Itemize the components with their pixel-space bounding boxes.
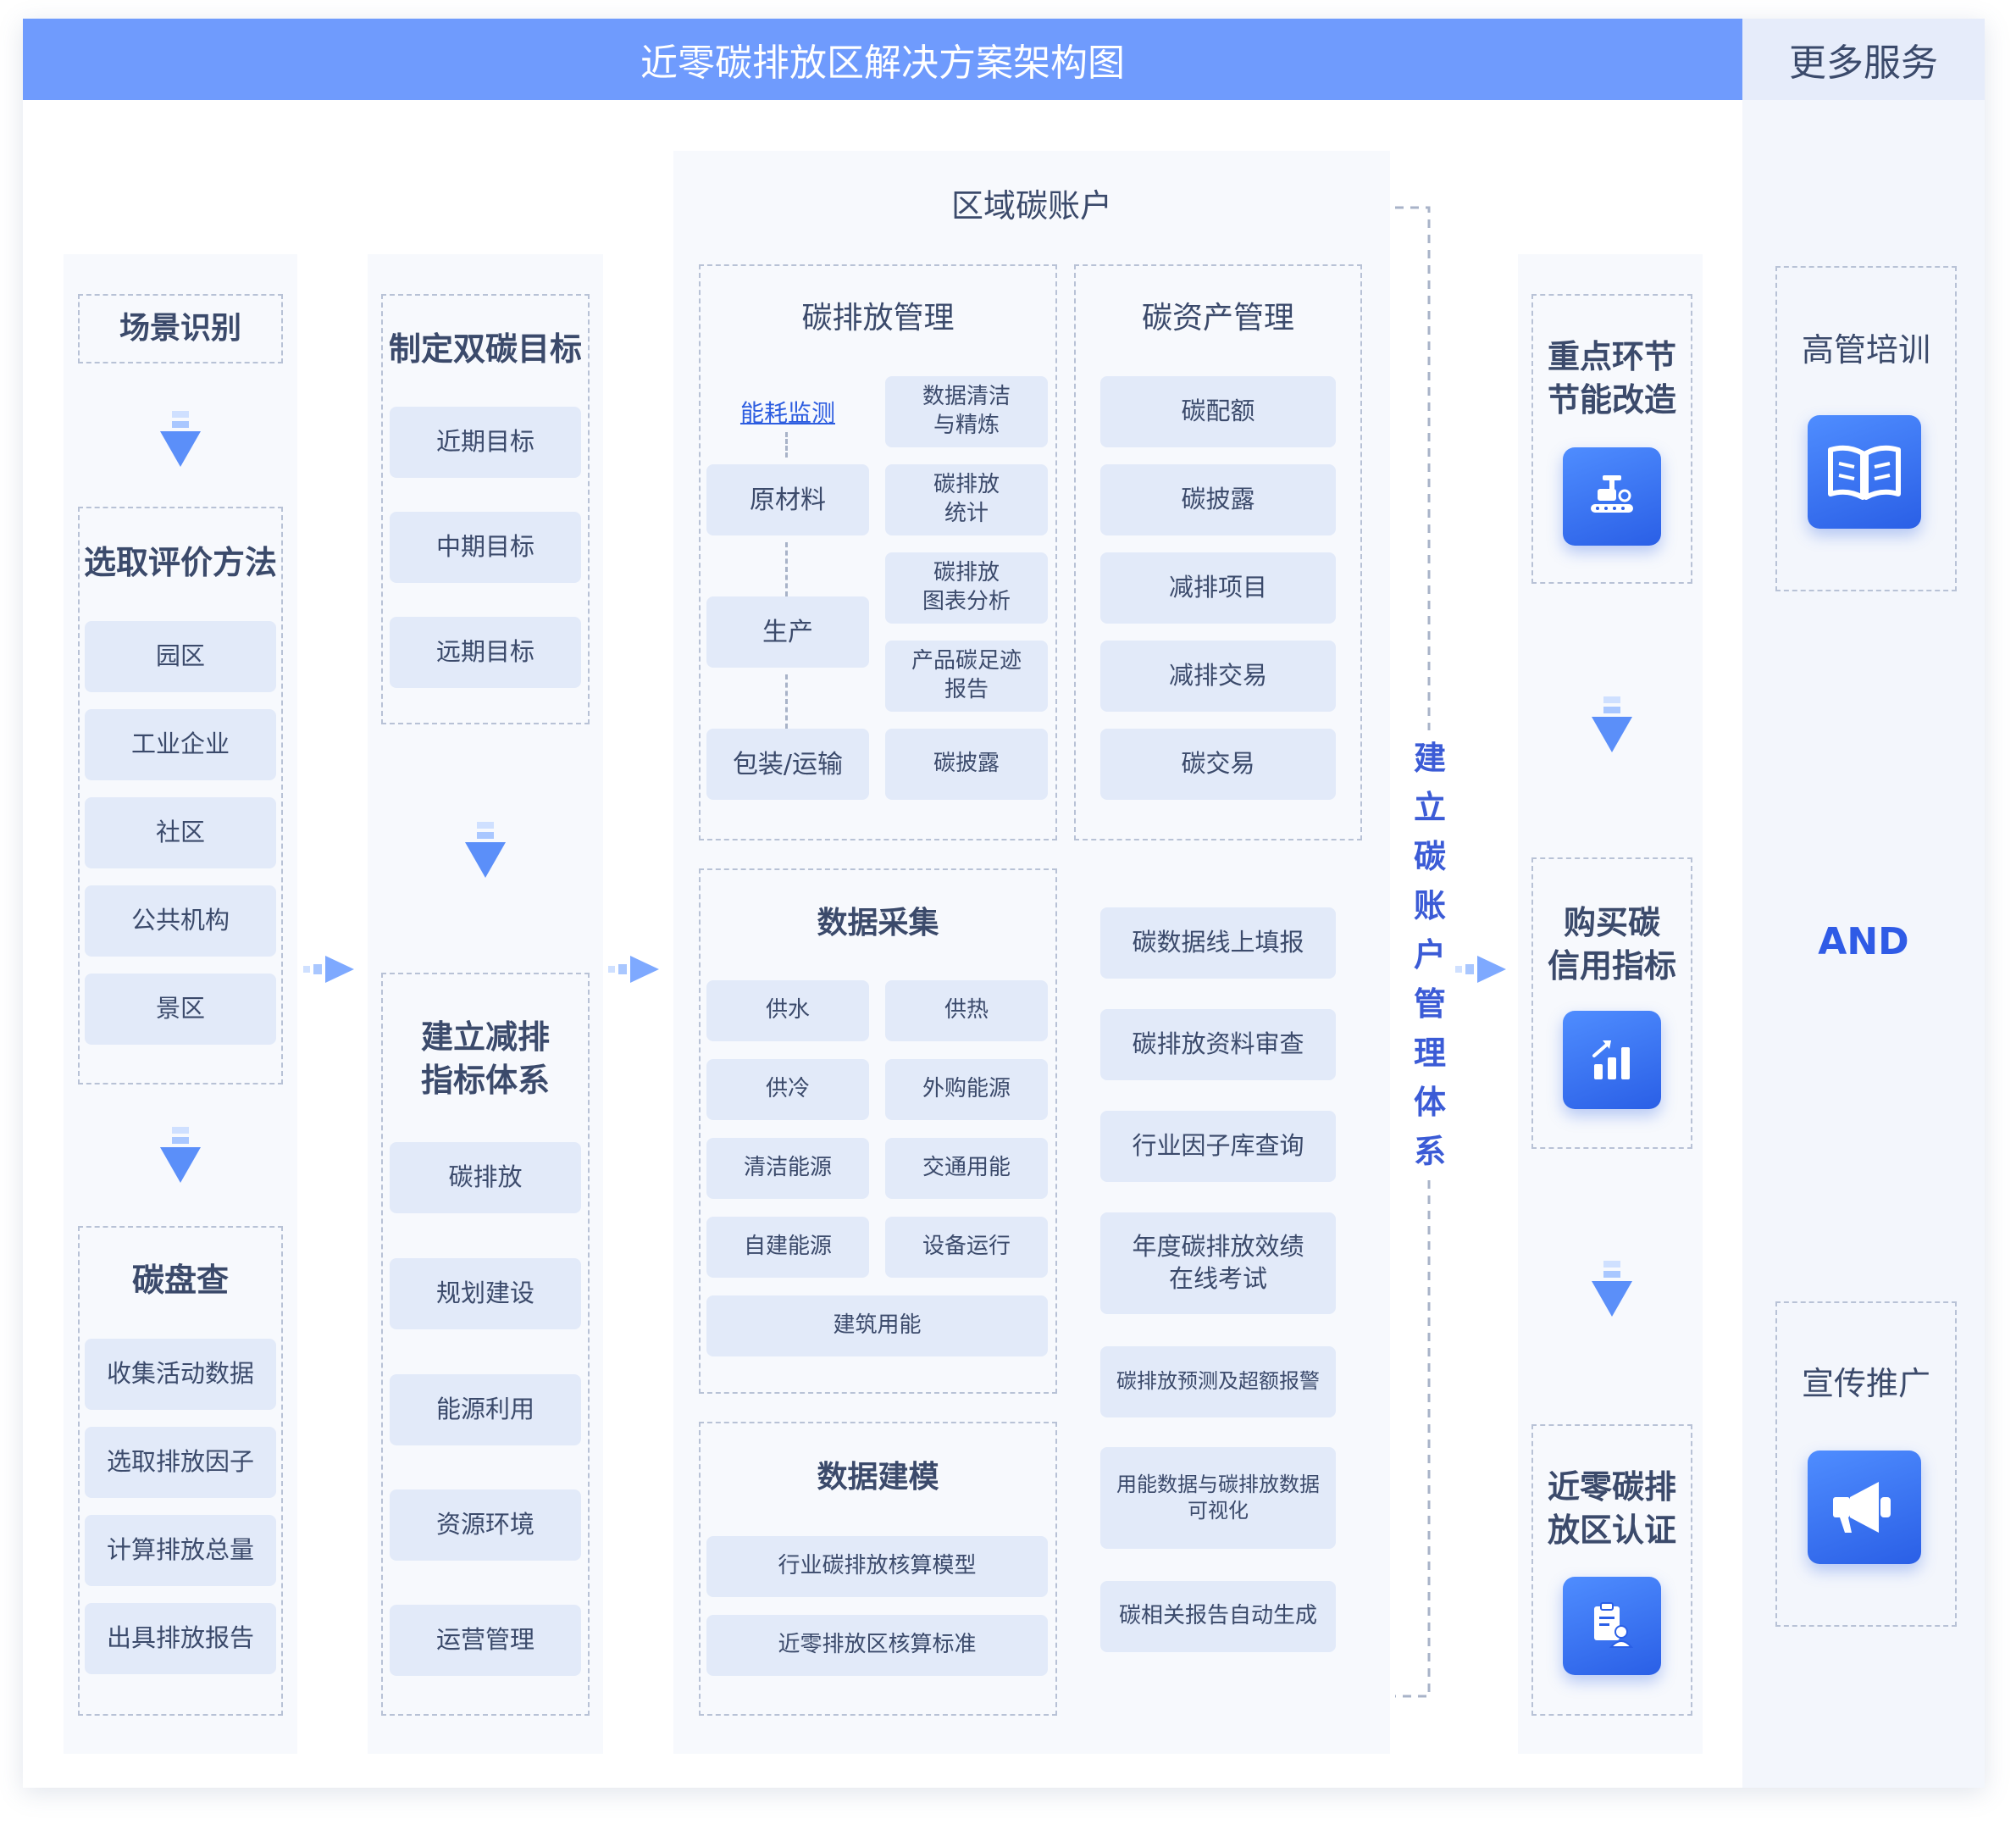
collect-water: 供水 — [706, 980, 869, 1041]
collect-purchased-energy: 外购能源 — [885, 1059, 1048, 1120]
service-visualization[interactable]: 用能数据与碳排放数据 可视化 — [1100, 1447, 1336, 1549]
target-mid-term: 中期目标 — [390, 512, 581, 583]
arrow-down-icon — [160, 1127, 201, 1183]
product-footprint-report: 产品碳足迹 报告 — [885, 641, 1048, 712]
target-long-term: 远期目标 — [390, 617, 581, 688]
index-item-operations: 运营管理 — [390, 1605, 581, 1676]
more-services-title: 更多服务 — [1742, 19, 1985, 100]
collect-building-energy: 建筑用能 — [706, 1295, 1048, 1356]
flow-packaging-transport: 包装/运输 — [706, 729, 869, 800]
arrow-right-icon — [1455, 956, 1506, 983]
emission-disclosure: 碳披露 — [885, 729, 1048, 800]
carbon-credit-title: 购买碳 信用指标 — [1547, 903, 1676, 985]
method-item-public: 公共机构 — [85, 885, 276, 957]
arrow-down-icon — [1592, 696, 1632, 752]
flow-production: 生产 — [706, 596, 869, 668]
promotion-title: 宣传推广 — [1801, 1365, 1930, 1403]
arrow-down-icon — [1592, 1261, 1632, 1317]
emission-data-cleansing: 数据清洁 与精炼 — [885, 376, 1048, 447]
asset-quota: 碳配额 — [1100, 376, 1336, 447]
inventory-item-factor: 选取排放因子 — [85, 1427, 276, 1498]
collect-self-built-energy: 自建能源 — [706, 1217, 869, 1278]
collect-heating: 供热 — [885, 980, 1048, 1041]
collect-cooling: 供冷 — [706, 1059, 869, 1120]
evaluation-method-title: 选取评价方法 — [83, 544, 277, 582]
certificate-user-icon — [1563, 1577, 1661, 1675]
service-factor-library[interactable]: 行业因子库查询 — [1100, 1111, 1336, 1182]
collect-transport-energy: 交通用能 — [885, 1138, 1048, 1199]
emission-management-title: 碳排放管理 — [801, 300, 955, 336]
service-online-reporting[interactable]: 碳数据线上填报 — [1100, 907, 1336, 979]
carbon-inventory-title: 碳盘查 — [131, 1262, 229, 1300]
diagram-title: 近零碳排放区解决方案架构图 — [23, 19, 1742, 100]
index-item-emission: 碳排放 — [390, 1142, 581, 1213]
book-icon — [1808, 415, 1921, 529]
method-item-industrial: 工业企业 — [85, 709, 276, 780]
service-forecast-alarm[interactable]: 碳排放预测及超额报警 — [1100, 1346, 1336, 1417]
inventory-item-report: 出具排放报告 — [85, 1603, 276, 1674]
flow-line — [785, 432, 788, 458]
emission-statistics: 碳排放 统计 — [885, 464, 1048, 535]
flow-line — [785, 542, 788, 596]
method-item-park: 园区 — [85, 621, 276, 692]
service-annual-exam[interactable]: 年度碳排放效绩 在线考试 — [1100, 1212, 1336, 1314]
target-near-term: 近期目标 — [390, 407, 581, 478]
method-item-community: 社区 — [85, 797, 276, 868]
method-item-scenic: 景区 — [85, 974, 276, 1045]
index-item-energy: 能源利用 — [390, 1374, 581, 1445]
model-industry-accounting: 行业碳排放核算模型 — [706, 1536, 1048, 1597]
arrow-right-icon — [303, 956, 354, 983]
and-label: AND — [1818, 920, 1909, 963]
bar-chart-icon — [1563, 1011, 1661, 1109]
collect-clean-energy: 清洁能源 — [706, 1138, 869, 1199]
asset-management-title: 碳资产管理 — [1141, 300, 1294, 336]
energy-retrofit-title: 重点环节 节能改造 — [1547, 337, 1676, 419]
inventory-item-calc: 计算排放总量 — [85, 1515, 276, 1586]
data-collection-title: 数据采集 — [817, 905, 939, 940]
data-modeling-title: 数据建模 — [817, 1459, 939, 1495]
arrow-right-icon — [608, 956, 659, 983]
collect-equipment-operation: 设备运行 — [885, 1217, 1048, 1278]
arrow-down-icon — [465, 822, 506, 878]
inventory-item-collect: 收集活动数据 — [85, 1339, 276, 1410]
reduction-index-title: 建立减排 指标体系 — [420, 1018, 550, 1099]
service-auto-report[interactable]: 碳相关报告自动生成 — [1100, 1581, 1336, 1652]
index-item-resources: 资源环境 — [390, 1489, 581, 1561]
emission-chart-analysis: 碳排放 图表分析 — [885, 552, 1048, 624]
zone-certification-title: 近零碳排 放区认证 — [1547, 1467, 1676, 1549]
asset-carbon-trade: 碳交易 — [1100, 729, 1336, 800]
asset-reduction-project: 减排项目 — [1100, 552, 1336, 624]
dual-carbon-targets-title: 制定双碳目标 — [388, 330, 582, 369]
regional-carbon-account-title: 区域碳账户 — [950, 187, 1112, 225]
scene-identification: 场景识别 — [78, 294, 283, 363]
energy-monitoring-link[interactable]: 能耗监测 — [707, 395, 868, 429]
arrow-down-icon — [160, 411, 201, 467]
account-system-label: 建立碳 账户管 理体系 — [1413, 740, 1446, 1170]
service-document-review[interactable]: 碳排放资料审查 — [1100, 1009, 1336, 1080]
flow-line — [785, 674, 788, 729]
megaphone-icon — [1808, 1451, 1921, 1564]
exec-training-title: 高管培训 — [1801, 331, 1930, 369]
factory-robot-icon — [1563, 447, 1661, 546]
flow-raw-materials: 原材料 — [706, 464, 869, 535]
asset-reduction-trade: 减排交易 — [1100, 641, 1336, 712]
model-zone-standard: 近零排放区核算标准 — [706, 1615, 1048, 1676]
index-item-planning: 规划建设 — [390, 1258, 581, 1329]
asset-disclosure: 碳披露 — [1100, 464, 1336, 535]
